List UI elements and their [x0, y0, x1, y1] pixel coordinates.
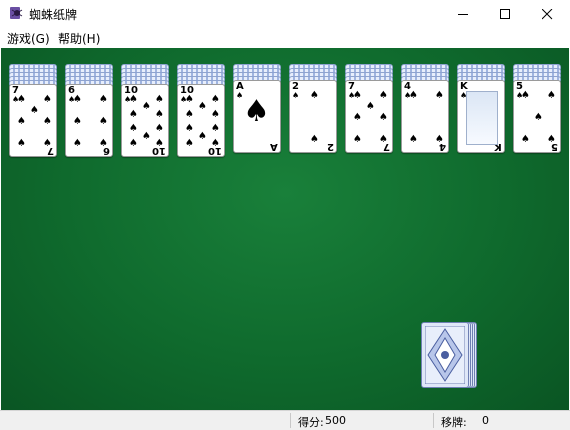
spade-icon: ♠: [211, 123, 220, 135]
spade-icon: ♠: [155, 108, 164, 120]
card-face[interactable]: 7 ♠ 7 ♠ ♠ ♠ ♠ ♠ ♠ ♠: [9, 84, 57, 157]
minimize-icon: [458, 14, 468, 15]
spade-icon: ♠: [211, 94, 220, 105]
score-value: 500: [325, 414, 346, 427]
spade-icon: ♠: [129, 94, 138, 105]
spade-icon: ♠: [43, 138, 52, 149]
card-face[interactable]: 5 ♠ 5 ♠ ♠ ♠ ♠ ♠: [513, 80, 561, 153]
close-button[interactable]: [528, 0, 568, 28]
spade-icon: ♠: [198, 101, 207, 113]
spade-icon: ♠: [99, 94, 108, 105]
spade-icon: ♠: [211, 108, 220, 120]
spade-icon: ♠: [379, 90, 388, 101]
spade-icon: ♠: [521, 134, 530, 145]
card-back-pattern: [425, 326, 465, 384]
spade-icon: ♠: [547, 134, 556, 145]
spade-icon: ♠: [185, 94, 194, 105]
spade-icon: ♠: [43, 116, 52, 127]
spade-icon: ♠: [185, 138, 194, 149]
maximize-icon: [500, 9, 510, 19]
spade-icon: ♠: [366, 101, 375, 112]
spade-icon: ♠: [30, 105, 39, 116]
spade-icon: ♠: [243, 94, 270, 129]
spade-icon: ♠: [379, 134, 388, 145]
spade-icon: ♠: [379, 112, 388, 123]
card-face[interactable]: 6 ♠ 6 ♠ ♠ ♠ ♠ ♠ ♠: [65, 84, 113, 157]
game-board: 7 ♠ 7 ♠ ♠ ♠ ♠ ♠ ♠ ♠ 6 ♠ 6 ♠ ♠ ♠ ♠ ♠ ♠ 10 ♠ 10 ♠ ♠ ♠ ♠ ♠ ♠ ♠ ♠ ♠ ♠ 10 ♠ 10 ♠…: [1, 48, 569, 410]
stock-pile[interactable]: [421, 322, 483, 388]
spade-icon: ♠: [129, 138, 138, 149]
spade-icon: ♠: [185, 123, 194, 135]
spade-icon: ♠: [129, 123, 138, 135]
minimize-button[interactable]: [444, 0, 484, 28]
maximize-button[interactable]: [486, 0, 526, 28]
spade-icon: ♠: [521, 90, 530, 101]
spade-icon: ♠: [43, 94, 52, 105]
spade-icon: ♠: [17, 116, 26, 127]
card-face[interactable]: A ♠ A ♠: [233, 80, 281, 153]
window-title: 蜘蛛纸牌: [29, 8, 78, 22]
spade-icon: ♠: [198, 130, 207, 142]
spade-icon: ♠: [73, 138, 82, 149]
spade-icon: ♠: [73, 116, 82, 127]
spade-icon: ♠: [99, 138, 108, 149]
spade-icon: ♠: [142, 101, 151, 113]
spade-icon: ♠: [155, 138, 164, 149]
moves-value: 0: [482, 414, 489, 427]
card-face[interactable]: 10 ♠ 10 ♠ ♠ ♠ ♠ ♠ ♠ ♠ ♠ ♠ ♠: [177, 84, 225, 157]
spade-icon: ♠: [409, 90, 418, 101]
spade-icon: ♠: [211, 138, 220, 149]
spade-icon: ♠: [129, 108, 138, 120]
spade-icon: ♠: [155, 123, 164, 135]
spade-icon: ♠: [435, 90, 444, 101]
spade-icon: ♠: [353, 90, 362, 101]
score-label: 得分:: [298, 416, 324, 429]
spade-icon: ♠: [435, 134, 444, 145]
card-face[interactable]: 10 ♠ 10 ♠ ♠ ♠ ♠ ♠ ♠ ♠ ♠ ♠ ♠: [121, 84, 169, 157]
spider-icon: [10, 7, 23, 19]
card-face[interactable]: 4 ♠ 4 ♠ ♠ ♠ ♠: [401, 80, 449, 153]
close-icon: [542, 9, 553, 20]
card-rank: A: [270, 141, 278, 152]
menu-help[interactable]: 帮助(H): [58, 30, 100, 47]
moves-label: 移牌:: [441, 416, 467, 429]
spade-icon: ♠: [310, 134, 319, 145]
spade-icon: ♠: [185, 108, 194, 120]
spade-icon: ♠: [547, 90, 556, 101]
card-face[interactable]: 7 ♠ 7 ♠ ♠ ♠ ♠ ♠ ♠ ♠: [345, 80, 393, 153]
king-illustration: [466, 91, 498, 145]
spade-icon: ♠: [17, 94, 26, 105]
menu-bar: 游戏(G) 帮助(H): [0, 28, 570, 48]
spade-icon: ♠: [353, 134, 362, 145]
status-bar: 得分: 500 移牌: 0: [0, 410, 570, 430]
spade-icon: ♠: [310, 90, 319, 101]
spade-icon: ♠: [409, 134, 418, 145]
spider-solitaire-window: 蜘蛛纸牌 游戏(G) 帮助(H) 7 ♠ 7 ♠ ♠ ♠ ♠ ♠ ♠ ♠ 6 ♠ 6 ♠ ♠ ♠ ♠ ♠ ♠ 10 ♠ 1…: [0, 0, 570, 430]
card-face[interactable]: K ♠ K: [457, 80, 505, 153]
card-face[interactable]: 2 ♠ 2 ♠ ♠: [289, 80, 337, 153]
spade-icon: ♠: [534, 112, 543, 123]
spade-icon: ♠: [17, 138, 26, 149]
spade-icon: ♠: [73, 94, 82, 105]
spade-icon: ♠: [155, 94, 164, 105]
spade-icon: ♠: [353, 112, 362, 123]
title-bar: 蜘蛛纸牌: [0, 0, 570, 28]
spade-icon: ♠: [99, 116, 108, 127]
stock-card: [421, 322, 469, 388]
menu-game[interactable]: 游戏(G): [7, 30, 50, 47]
spade-icon: ♠: [142, 130, 151, 142]
